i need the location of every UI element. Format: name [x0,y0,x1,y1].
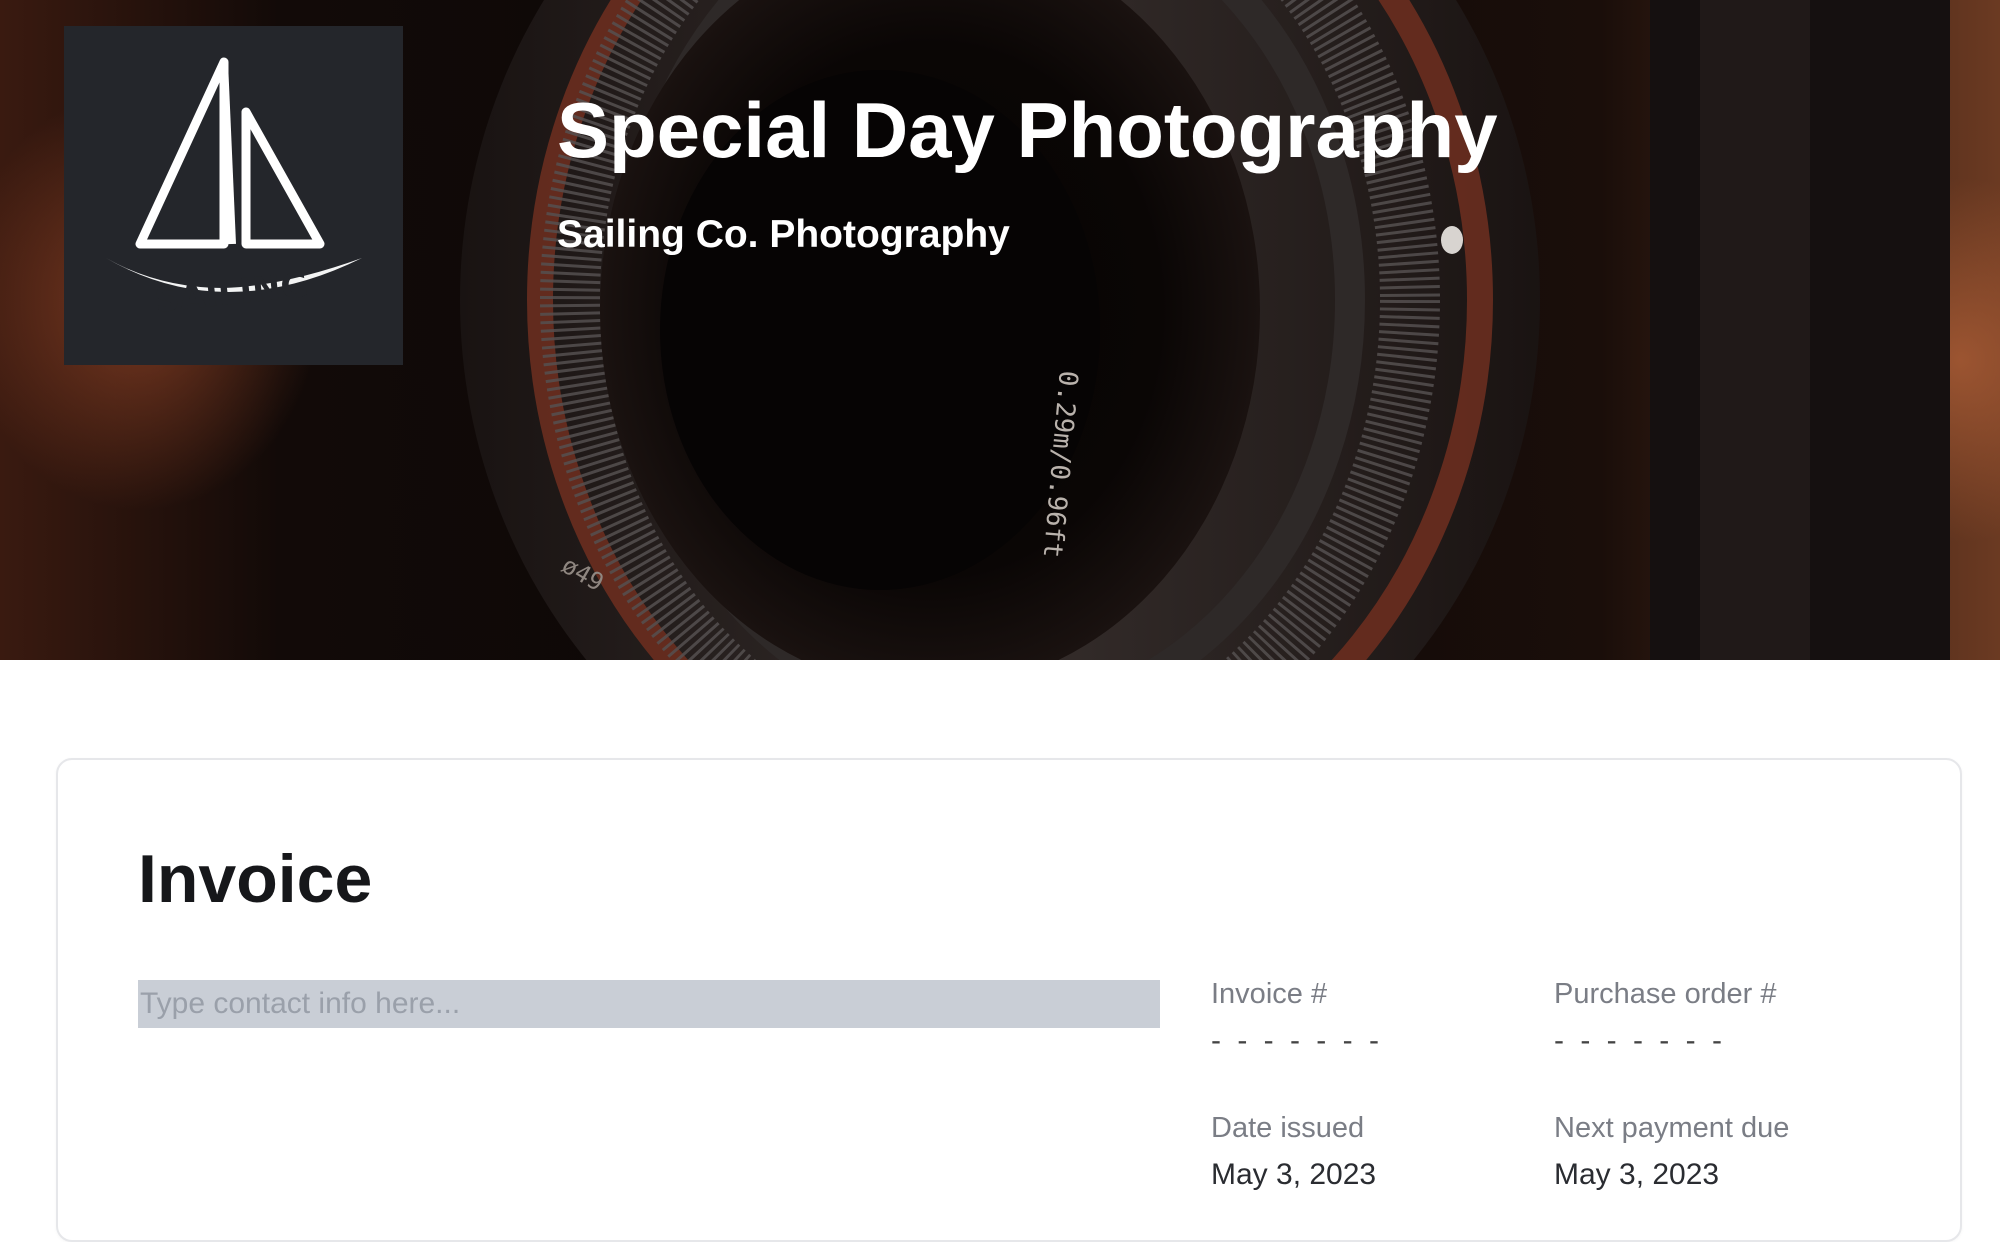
invoice-number-value[interactable]: - - - - - - - [1211,1024,1383,1058]
invoice-heading: Invoice [138,841,373,917]
invoice-card: Invoice Invoice # - - - - - - - Purchase… [56,758,1962,1242]
date-issued-value[interactable]: May 3, 2023 [1211,1158,1376,1192]
purchase-order-value[interactable]: - - - - - - - [1554,1024,1726,1058]
next-payment-due-label: Next payment due [1554,1112,1790,1144]
hero-banner: 0.29m/0.96ft ø49 SAILING Special Day Pho… [0,0,2000,660]
next-payment-due-value[interactable]: May 3, 2023 [1554,1158,1719,1192]
company-logo: SAILING [64,26,403,365]
business-title: Special Day Photography [557,86,1498,174]
invoice-number-label: Invoice # [1211,978,1328,1010]
purchase-order-label: Purchase order # [1554,978,1777,1010]
logo-wordmark: SAILING [153,265,310,321]
business-subtitle: Sailing Co. Photography [557,213,1010,256]
sailboat-logo-icon: SAILING [106,57,362,321]
contact-info-input[interactable] [138,980,1160,1028]
date-issued-label: Date issued [1211,1112,1365,1144]
